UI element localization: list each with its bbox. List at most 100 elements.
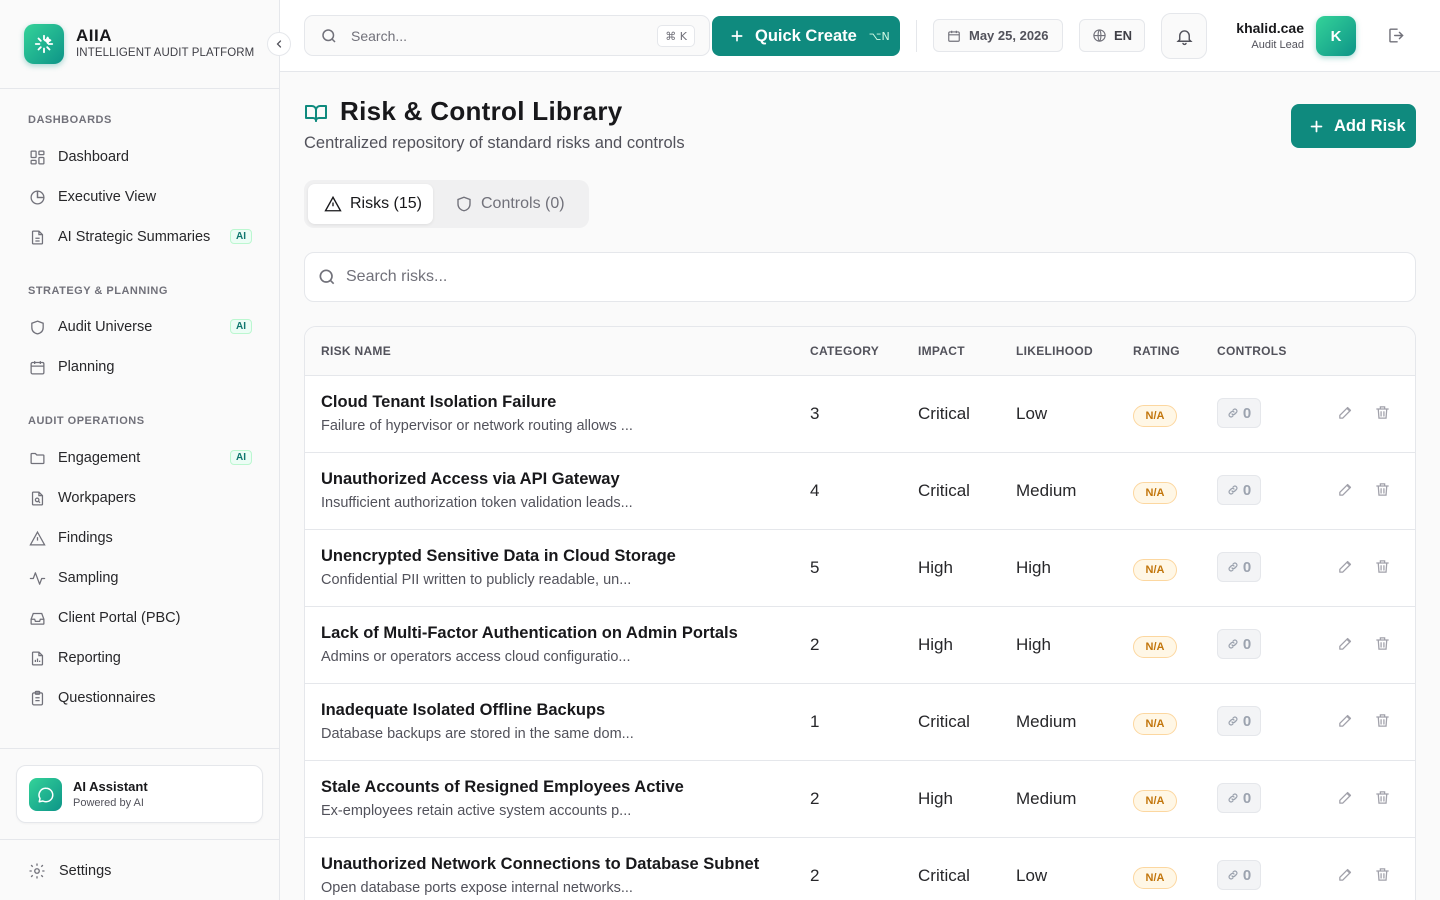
sidebar-item-workpapers[interactable]: Workpapers [28, 482, 252, 514]
sidebar-item-sampling[interactable]: Sampling [28, 562, 252, 594]
column-header-risk-name[interactable]: RISK NAME [321, 344, 391, 358]
edit-risk-button[interactable] [1337, 558, 1354, 575]
global-search-input[interactable]: Search... ⌘ K [304, 15, 710, 56]
edit-risk-button[interactable] [1337, 635, 1354, 652]
risk-table: RISK NAME CATEGORY IMPACT LIKELIHOOD RAT… [304, 326, 1416, 900]
date-display[interactable]: May 25, 2026 [933, 19, 1063, 52]
delete-risk-button[interactable] [1374, 712, 1391, 729]
table-row[interactable]: Lack of Multi-Factor Authentication on A… [305, 607, 1415, 684]
rating-badge: N/A [1133, 713, 1177, 735]
sidebar-item-planning[interactable]: Planning [28, 351, 252, 383]
sidebar-item-engagement[interactable]: Engagement AI [28, 442, 252, 474]
nav-section-strategy-planning: STRATEGY & PLANNING [28, 285, 168, 297]
search-icon [320, 27, 338, 45]
controls-count-badge[interactable]: 0 [1217, 475, 1261, 505]
edit-risk-button[interactable] [1337, 404, 1354, 421]
pencil-icon [1337, 635, 1354, 652]
column-header-controls[interactable]: CONTROLS [1217, 344, 1287, 358]
edit-risk-button[interactable] [1337, 481, 1354, 498]
pencil-icon [1337, 789, 1354, 806]
delete-risk-button[interactable] [1374, 866, 1391, 883]
sidebar-item-settings[interactable]: Settings [28, 855, 111, 887]
risk-impact: Critical [918, 404, 970, 423]
trash-icon [1374, 635, 1391, 652]
column-header-likelihood[interactable]: LIKELIHOOD [1016, 344, 1093, 358]
link-icon [1227, 792, 1239, 804]
risk-likelihood: Medium [1016, 789, 1077, 808]
controls-count-badge[interactable]: 0 [1217, 783, 1261, 813]
sidebar-item-executive-view[interactable]: Executive View [28, 181, 252, 213]
risk-search-input[interactable]: Search risks... [304, 252, 1416, 302]
quick-create-button[interactable]: Quick Create ⌥N [712, 16, 900, 56]
column-header-impact[interactable]: IMPACT [918, 344, 965, 358]
edit-risk-button[interactable] [1337, 712, 1354, 729]
pencil-icon [1337, 712, 1354, 729]
risk-name[interactable]: Stale Accounts of Resigned Employees Act… [321, 778, 684, 797]
shield-icon [28, 318, 46, 336]
risk-name[interactable]: Unencrypted Sensitive Data in Cloud Stor… [321, 547, 676, 566]
delete-risk-button[interactable] [1374, 789, 1391, 806]
table-row[interactable]: Inadequate Isolated Offline Backups Datab… [305, 684, 1415, 761]
notifications-button[interactable] [1161, 13, 1207, 59]
controls-count-badge[interactable]: 0 [1217, 398, 1261, 428]
tab-label: Risks (15) [350, 195, 423, 212]
ai-assistant-card[interactable]: AI Assistant Powered by AI [16, 765, 263, 823]
sidebar-item-label: Workpapers [58, 490, 136, 506]
table-row[interactable]: Cloud Tenant Isolation Failure Failure of… [305, 376, 1415, 453]
controls-count-badge[interactable]: 0 [1217, 860, 1261, 890]
sidebar-item-audit-universe[interactable]: Audit Universe AI [28, 311, 252, 343]
controls-count: 0 [1242, 866, 1252, 884]
sidebar-item-client-portal[interactable]: Client Portal (PBC) [28, 602, 252, 634]
sidebar-item-dashboard[interactable]: Dashboard [28, 141, 252, 173]
controls-count-badge[interactable]: 0 [1217, 706, 1261, 736]
shield-icon [455, 195, 473, 213]
search-icon [317, 267, 337, 287]
delete-risk-button[interactable] [1374, 404, 1391, 421]
current-date: May 25, 2026 [969, 28, 1049, 43]
risk-name[interactable]: Inadequate Isolated Offline Backups [321, 701, 605, 720]
delete-risk-button[interactable] [1374, 635, 1391, 652]
delete-risk-button[interactable] [1374, 558, 1391, 575]
column-header-category[interactable]: CATEGORY [810, 344, 879, 358]
sidebar-item-reporting[interactable]: Reporting [28, 642, 252, 674]
table-row[interactable]: Unencrypted Sensitive Data in Cloud Stor… [305, 530, 1415, 607]
table-row[interactable]: Unauthorized Access via API Gateway Insuf… [305, 453, 1415, 530]
table-row[interactable]: Unauthorized Network Connections to Data… [305, 838, 1415, 900]
brand-logo-icon[interactable] [24, 24, 64, 64]
controls-count: 0 [1242, 404, 1252, 422]
risk-category: 2 [810, 789, 820, 808]
controls-count-badge[interactable]: 0 [1217, 629, 1261, 659]
avatar[interactable]: K [1316, 16, 1356, 56]
tab-controls[interactable]: Controls (0) [439, 184, 584, 224]
sidebar-item-findings[interactable]: Findings [28, 522, 252, 554]
risk-name[interactable]: Cloud Tenant Isolation Failure [321, 393, 556, 412]
nav-section-audit-operations: AUDIT OPERATIONS [28, 415, 145, 427]
risk-name[interactable]: Unauthorized Access via API Gateway [321, 470, 620, 489]
controls-count-badge[interactable]: 0 [1217, 552, 1261, 582]
edit-risk-button[interactable] [1337, 789, 1354, 806]
controls-count: 0 [1242, 712, 1252, 730]
risk-likelihood: Medium [1016, 481, 1077, 500]
ai-badge: AI [230, 450, 252, 465]
language-switcher[interactable]: EN [1079, 19, 1145, 52]
table-row[interactable]: Stale Accounts of Resigned Employees Act… [305, 761, 1415, 838]
tab-risks[interactable]: Risks (15) [308, 184, 433, 224]
pie-chart-icon [28, 188, 46, 206]
risk-impact: Critical [918, 866, 970, 885]
sidebar-item-questionnaires[interactable]: Questionnaires [28, 682, 252, 714]
risk-name[interactable]: Unauthorized Network Connections to Data… [321, 855, 759, 874]
sidebar-item-label: Client Portal (PBC) [58, 610, 181, 626]
risk-name[interactable]: Lack of Multi-Factor Authentication on A… [321, 624, 738, 643]
logout-button[interactable] [1386, 26, 1405, 45]
add-risk-button[interactable]: Add Risk [1291, 104, 1416, 148]
delete-risk-button[interactable] [1374, 481, 1391, 498]
risk-likelihood: High [1016, 635, 1051, 654]
collapse-sidebar-button[interactable] [267, 32, 291, 56]
edit-risk-button[interactable] [1337, 866, 1354, 883]
risk-likelihood: Low [1016, 866, 1048, 885]
risk-description: Ex-employees retain active system accoun… [321, 803, 632, 819]
column-header-rating[interactable]: RATING [1133, 344, 1180, 358]
sidebar-item-ai-strategic-summaries[interactable]: AI Strategic Summaries AI [28, 221, 252, 253]
risk-impact: High [918, 789, 953, 808]
logout-icon [1389, 28, 1404, 43]
